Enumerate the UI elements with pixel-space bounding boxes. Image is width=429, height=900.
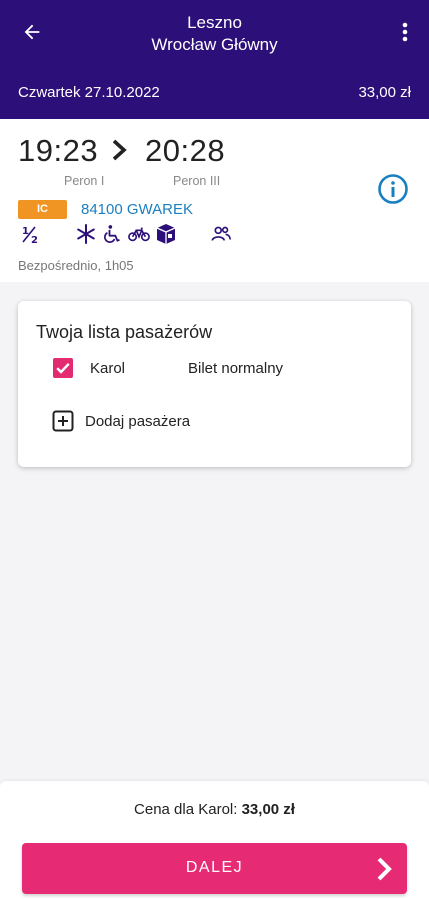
chevron-right-icon [112, 139, 127, 161]
passengers-icon [210, 223, 232, 245]
arrival-platform: Peron III [173, 174, 221, 188]
departure-time: 19:23 [18, 133, 99, 168]
travel-date: Czwartek 27.10.2022 [18, 84, 160, 101]
passenger-name: Karol [90, 360, 126, 377]
route-title: Leszno Wrocław Główny [60, 12, 369, 56]
next-button-label: DALEJ [185, 859, 244, 876]
svg-text:2: 2 [31, 235, 38, 245]
more-menu-button[interactable] [395, 18, 415, 46]
trip-details: 19:23 20:28 Peron I Peron III IC 84100 G… [0, 119, 429, 282]
add-passenger-button[interactable]: Dodaj pasażera [52, 409, 190, 433]
checkout-bar: Cena dla Karol: 33,00 zł DALEJ [0, 781, 429, 900]
app-header: Leszno Wrocław Główny Czwartek 27.10.202… [0, 0, 429, 119]
origin-station: Leszno [187, 13, 242, 32]
back-button[interactable] [16, 16, 48, 48]
checkmark-icon [56, 362, 70, 374]
info-button[interactable] [377, 173, 409, 205]
more-vertical-icon [402, 22, 408, 42]
arrival-time: 20:28 [145, 133, 226, 168]
baggage-icon [155, 223, 177, 245]
arrow-left-icon [24, 24, 40, 40]
info-icon [378, 174, 408, 204]
destination-station: Wrocław Główny [151, 35, 278, 54]
add-box-icon [52, 410, 74, 432]
next-button[interactable]: DALEJ [22, 843, 407, 894]
bicycle-icon [128, 223, 150, 245]
departure-platform: Peron I [64, 174, 105, 188]
header-price: 33,00 zł [358, 84, 411, 101]
passenger-list-title: Twoja lista pasażerów [36, 322, 213, 342]
air-conditioning-icon [75, 223, 97, 245]
passenger-ticket-type[interactable]: Bilet normalny [188, 360, 283, 377]
passenger-checkbox[interactable] [53, 358, 73, 378]
price-summary-label: Cena dla Karol: [134, 801, 242, 818]
half-class-icon: 1 2 [20, 223, 42, 245]
train-category-badge: IC [18, 200, 67, 219]
price-summary-value: 33,00 zł [241, 801, 295, 818]
add-passenger-label: Dodaj pasażera [85, 412, 191, 430]
passenger-list-card: Twoja lista pasażerów Karol Bilet normal… [18, 301, 411, 467]
chevron-right-icon [377, 857, 392, 881]
train-number-link[interactable]: 84100 GWAREK [81, 201, 193, 218]
price-summary: Cena dla Karol: 33,00 zł [0, 801, 429, 818]
wheelchair-icon [101, 223, 123, 245]
connection-info: Bezpośrednio, 1h05 [18, 258, 134, 273]
